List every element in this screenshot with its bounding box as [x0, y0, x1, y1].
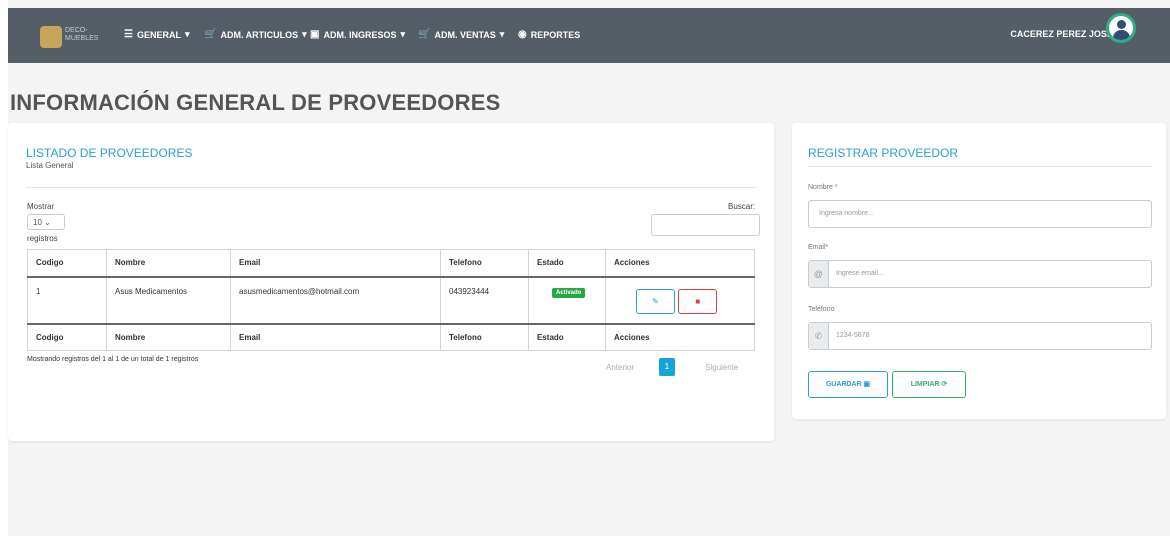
column-footer: Codigo [27, 322, 107, 351]
cell-email: asusmedicamentos@hotmail.com [230, 276, 441, 324]
previous-page-button[interactable]: Anterior [606, 363, 634, 372]
email-label: Email* [808, 244, 829, 251]
phone-label: Teléfono [808, 306, 835, 313]
at-icon: @ [809, 261, 829, 287]
caret-down-icon: ▾ [302, 29, 307, 39]
search-input[interactable] [651, 214, 760, 236]
page-size-select[interactable]: 10 ⌄ [27, 214, 65, 230]
form-title: REGISTRAR PROVEEDOR [808, 146, 959, 160]
save-icon: ▣ [863, 381, 871, 388]
edit-icon: ✎ [652, 296, 659, 306]
column-header[interactable]: Telefono [440, 249, 529, 278]
divider [808, 166, 1152, 167]
brand-text: DECO-MUEBLES [65, 27, 99, 42]
phone-placeholder: 1234-5678 [836, 332, 870, 339]
column-footer: Email [230, 322, 441, 351]
table-info: Mostrando registros del 1 al 1 de un tot… [27, 356, 199, 363]
caret-down-icon: ▾ [184, 29, 190, 39]
column-header[interactable]: Nombre [106, 249, 231, 278]
cart-icon: 🛒 [418, 29, 431, 40]
table-row: 1 Asus Medicamentos asusmedicamentos@hot… [27, 276, 755, 324]
column-footer: Telefono [440, 322, 529, 351]
column-footer: Estado [528, 322, 606, 351]
cell-estado: Activado [528, 276, 606, 324]
list-title: LISTADO DE PROVEEDORES [26, 146, 193, 160]
table-footer-row: Codigo Nombre Email Telefono Estado Acci… [27, 322, 755, 351]
list-plus-icon: ☰ [124, 29, 133, 40]
status-badge: Activado [552, 287, 586, 298]
name-label: Nombre * [808, 184, 838, 191]
name-placeholder: Ingresa nombre... [819, 210, 874, 217]
page-title: INFORMACIÓN GENERAL DE PROVEEDORES [10, 90, 501, 115]
furniture-logo-icon [40, 26, 62, 48]
divider [26, 187, 757, 188]
eye-icon: ◉ [518, 29, 527, 40]
nav-general[interactable]: ☰ GENERAL ▾ [124, 29, 190, 40]
records-label: registros [27, 234, 58, 243]
column-header[interactable]: Email [230, 249, 441, 278]
cart-icon: 🛒 [204, 29, 217, 40]
name-field[interactable]: Ingresa nombre... [808, 200, 1152, 228]
column-header[interactable]: Codigo [27, 249, 107, 278]
top-navbar: DECO-MUEBLES ☰ GENERAL ▾ 🛒 ADM. ARTICULOS ▾ … [8, 8, 1170, 63]
save-button[interactable]: GUARDAR ▣ [808, 371, 888, 398]
clear-button[interactable]: LIMPIAR ⟳ [892, 371, 966, 398]
email-placeholder: Ingrese email... [836, 270, 884, 277]
next-page-button[interactable]: Siguiente [705, 363, 738, 372]
left-gutter [0, 0, 8, 536]
user-avatar-icon[interactable] [1106, 13, 1136, 43]
supplier-table: Codigo Nombre Email Telefono Estado Acci… [27, 249, 755, 351]
show-label: Mostrar [27, 202, 55, 211]
brand-logo[interactable]: DECO-MUEBLES [40, 24, 100, 48]
column-footer: Acciones [605, 322, 755, 351]
caret-down-icon: ▾ [499, 29, 505, 39]
refresh-icon: ⟳ [941, 381, 948, 388]
page: DECO-MUEBLES ☰ GENERAL ▾ 🛒 ADM. ARTICULOS ▾ … [0, 0, 1170, 536]
avatar-body [1113, 30, 1130, 40]
cell-telefono: 043923444 [440, 276, 529, 324]
edit-button[interactable]: ✎ [636, 288, 675, 314]
delete-button[interactable]: ■ [678, 288, 718, 314]
phone-icon: ✆ [809, 323, 829, 349]
column-header[interactable]: Acciones [605, 249, 755, 278]
column-header[interactable]: Estado [528, 249, 606, 278]
cell-nombre: Asus Medicamentos [106, 276, 231, 324]
table-header-row: Codigo Nombre Email Telefono Estado Acci… [27, 249, 755, 278]
trash-icon: ■ [695, 296, 701, 306]
chevron-down-icon: ⌄ [44, 218, 51, 227]
nav-ingresos[interactable]: ▣ ADM. INGRESOS ▾ [310, 29, 405, 40]
cell-codigo: 1 [27, 276, 107, 324]
register-supplier-card: REGISTRAR PROVEEDOR Nombre * Ingresa nom… [792, 123, 1166, 419]
cell-acciones: ✎ ■ [605, 276, 755, 324]
nav-ventas[interactable]: 🛒 ADM. VENTAS ▾ [418, 29, 504, 40]
search-label: Buscar: [728, 202, 756, 211]
avatar-head [1117, 20, 1126, 29]
email-field[interactable]: @ Ingrese email... [808, 260, 1152, 288]
nav-reportes[interactable]: ◉ REPORTES [518, 29, 580, 40]
user-menu[interactable]: CACEREZ PEREZ JOSE ▾ [1010, 29, 1120, 40]
archive-icon: ▣ [310, 29, 320, 40]
nav-articulos[interactable]: 🛒 ADM. ARTICULOS ▾ [204, 29, 307, 40]
supplier-list-card: LISTADO DE PROVEEDORES Lista General Mos… [8, 123, 774, 441]
column-footer: Nombre [106, 322, 231, 351]
caret-down-icon: ▾ [400, 29, 405, 39]
page-1-button[interactable]: 1 [659, 358, 675, 376]
phone-field[interactable]: ✆ 1234-5678 [808, 322, 1152, 350]
list-subtitle: Lista General [26, 161, 74, 170]
